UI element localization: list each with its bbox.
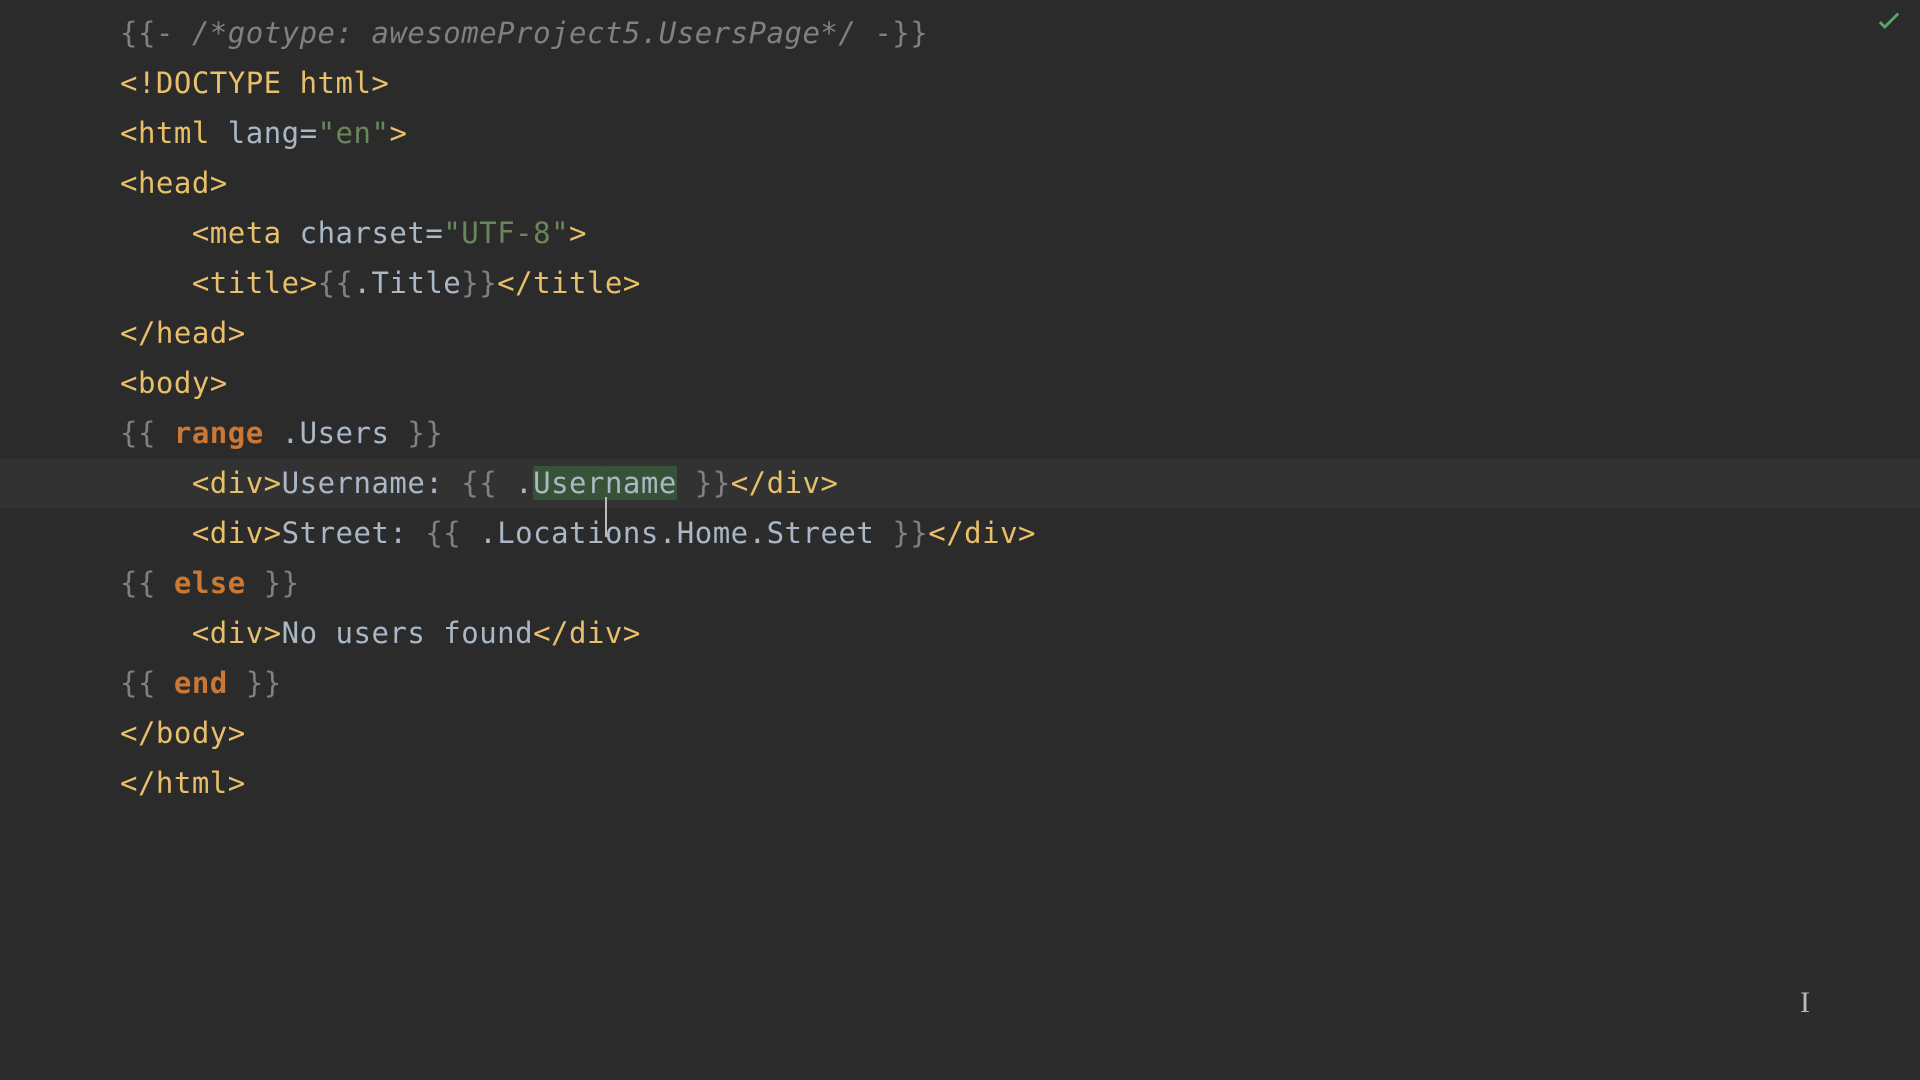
div-close-tag: </div> (533, 616, 641, 650)
meta-tag: <meta (192, 216, 282, 250)
identifier-highlight: name (605, 466, 677, 500)
identifier-highlight: User (533, 466, 605, 500)
code-line-current[interactable]: <div>Username: {{ .Username }}</div> (0, 458, 1920, 508)
code-line[interactable]: {{- /*gotype: awesomeProject5.UsersPage*… (0, 8, 1920, 58)
code-line[interactable]: {{ range .Users }} (0, 408, 1920, 458)
attr-value: "en" (318, 116, 390, 150)
text-content: Username: (282, 466, 462, 500)
else-keyword: else (174, 566, 246, 600)
code-line[interactable]: <html lang="en"> (0, 108, 1920, 158)
div-open-tag: <div> (192, 516, 282, 550)
attr-value: "UTF-8" (443, 216, 569, 250)
code-line[interactable]: {{ end }} (0, 658, 1920, 708)
attr-name: charset= (300, 216, 444, 250)
template-delim: {{- (120, 16, 192, 50)
text-cursor-icon: I (1800, 986, 1810, 1020)
html-open-tag: <html (120, 116, 210, 150)
code-line[interactable]: {{ else }} (0, 558, 1920, 608)
code-editor[interactable]: {{- /*gotype: awesomeProject5.UsersPage*… (0, 0, 1920, 1080)
div-close-tag: </div> (928, 516, 1036, 550)
head-close-tag: </head> (120, 316, 246, 350)
html-close-tag: </html> (120, 766, 246, 800)
body-open-tag: <body> (120, 366, 228, 400)
text-content: Street: (282, 516, 426, 550)
code-line[interactable]: <div>No users found</div> (0, 608, 1920, 658)
title-close-tag: </title> (497, 266, 641, 300)
code-line[interactable]: <meta charset="UTF-8"> (0, 208, 1920, 258)
code-line[interactable]: <head> (0, 158, 1920, 208)
template-expr: .Title (353, 266, 461, 300)
code-line[interactable]: <body> (0, 358, 1920, 408)
template-expr: .Locations.Home.Street (479, 516, 892, 550)
body-close-tag: </body> (120, 716, 246, 750)
head-open-tag: <head> (120, 166, 228, 200)
code-line[interactable]: </head> (0, 308, 1920, 358)
div-open-tag: <div> (192, 616, 282, 650)
code-line[interactable]: <!DOCTYPE html> (0, 58, 1920, 108)
div-close-tag: </div> (731, 466, 839, 500)
title-open-tag: <title> (192, 266, 318, 300)
code-line[interactable]: </html> (0, 758, 1920, 808)
attr-name: lang= (228, 116, 318, 150)
template-expr: .Users (264, 416, 408, 450)
gotype-comment: /*gotype: awesomeProject5.UsersPage*/ (192, 16, 857, 50)
code-line[interactable]: <title>{{.Title}}</title> (0, 258, 1920, 308)
code-line[interactable]: </body> (0, 708, 1920, 758)
doctype: <!DOCTYPE html> (120, 66, 389, 100)
template-delim: -}} (856, 16, 928, 50)
end-keyword: end (174, 666, 228, 700)
div-open-tag: <div> (192, 466, 282, 500)
range-keyword: range (174, 416, 264, 450)
code-line[interactable]: <div>Street: {{ .Locations.Home.Street }… (0, 508, 1920, 558)
text-content: No users found (282, 616, 533, 650)
